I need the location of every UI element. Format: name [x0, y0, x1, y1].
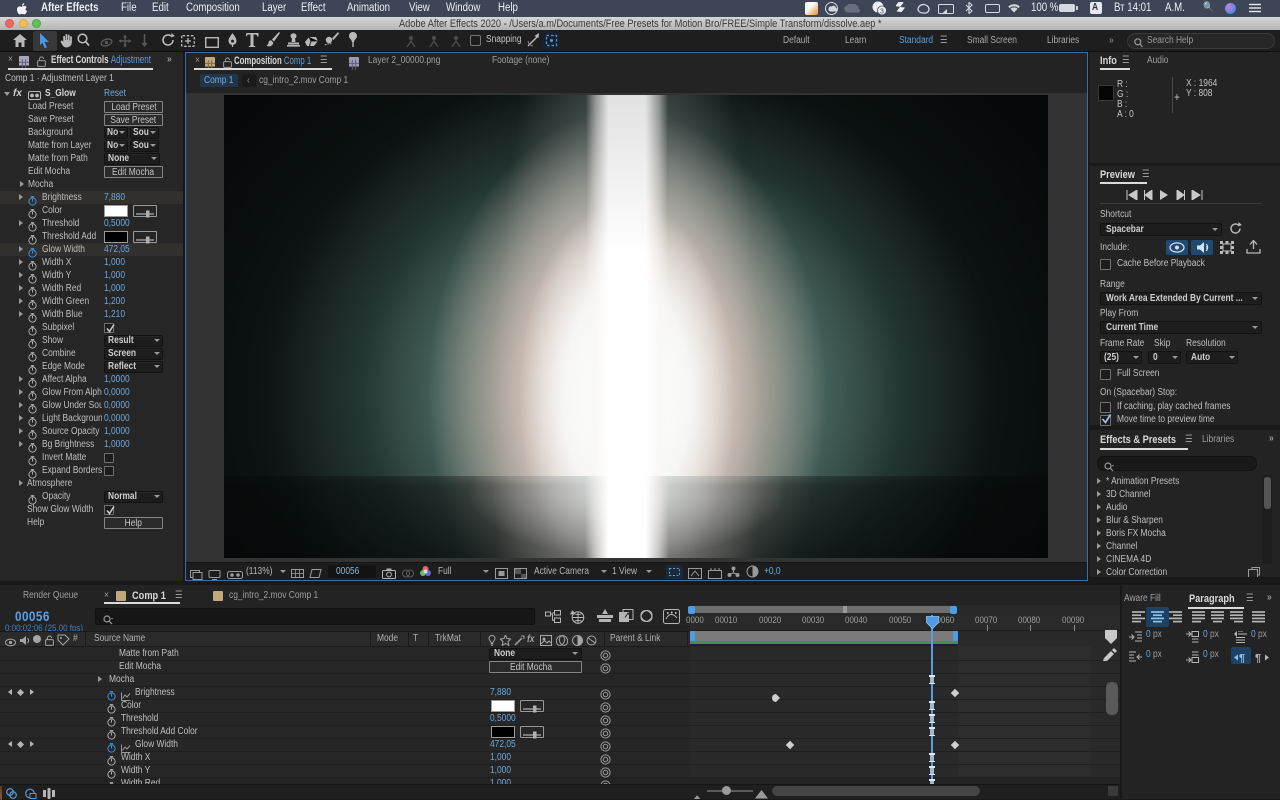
svg-text:¶: ¶ — [1255, 653, 1261, 664]
svg-text:¶: ¶ — [1239, 653, 1245, 664]
svg-text:3: 3 — [880, 9, 884, 16]
